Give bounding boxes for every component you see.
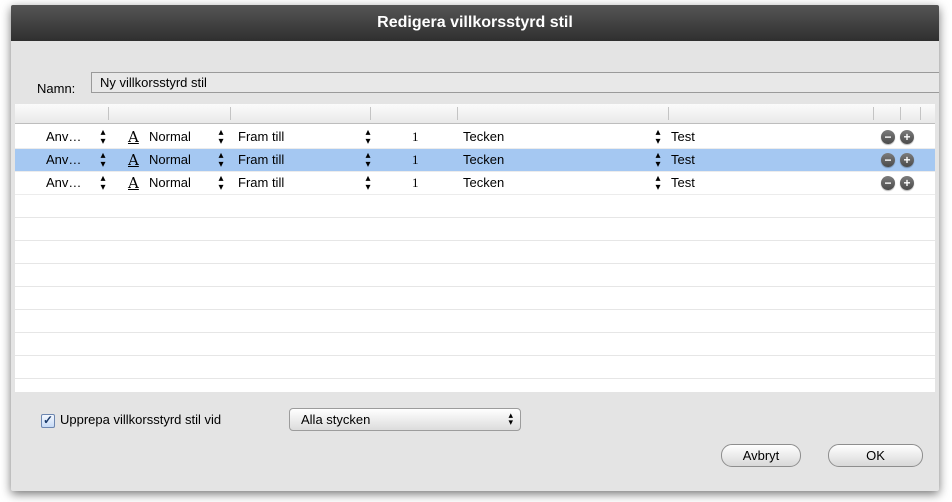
stepper-icon[interactable]: ▴ ▾	[217, 174, 225, 193]
conditions-table: Anv… ▴ ▾ A Normal ▴ ▾ Fram till ▴ ▾ 1 Tecken ▴ ▾ Test −…	[15, 104, 935, 392]
character-style-value: Normal	[149, 152, 191, 167]
stepper-icon[interactable]: ▴ ▾	[99, 128, 107, 147]
count-value: 1	[412, 129, 419, 144]
remove-row-icon[interactable]: −	[881, 176, 895, 190]
unit-value: Tecken	[463, 175, 505, 190]
character-style-icon: A	[128, 174, 139, 192]
empty-row	[15, 264, 935, 287]
remove-row-icon[interactable]: −	[881, 130, 895, 144]
character-style-icon: A	[128, 151, 139, 169]
ok-button[interactable]: OK	[828, 444, 923, 467]
table-row[interactable]: Anv… ▴ ▾ A Normal ▴ ▾ Fram till ▴ ▾ 1 Tecken ▴ ▾ Test −…	[15, 172, 935, 195]
repeat-label: Upprepa villkorsstyrd stil vid	[60, 412, 222, 427]
stepper-icon[interactable]: ▴ ▾	[99, 151, 107, 170]
remove-row-icon[interactable]: −	[881, 153, 895, 167]
repeat-select-value: Alla stycken	[301, 412, 371, 427]
character-style-value: Normal	[149, 129, 191, 144]
name-input[interactable]: Ny villkorsstyrd stil	[91, 72, 939, 93]
text-value: Test	[671, 175, 695, 190]
stepper-icon[interactable]: ▴ ▾	[654, 151, 662, 170]
repeat-select[interactable]: Alla stycken ▴ ▾	[289, 408, 521, 431]
count-value: 1	[412, 175, 419, 190]
unit-value: Tecken	[463, 129, 505, 144]
table-row[interactable]: Anv… ▴ ▾ A Normal ▴ ▾ Fram till ▴ ▾ 1 Tecken ▴ ▾ Test −…	[15, 126, 935, 149]
dialog-title: Redigera villkorsstyrd stil	[11, 5, 939, 41]
character-style-value: Normal	[149, 175, 191, 190]
table-row[interactable]: Anv… ▴ ▾ A Normal ▴ ▾ Fram till ▴ ▾ 1 Tecken ▴ ▾ Test −…	[15, 149, 935, 172]
add-row-icon[interactable]: +	[900, 153, 914, 167]
edit-conditional-style-dialog: Redigera villkorsstyrd stil Namn: Ny vil…	[11, 5, 939, 491]
select-arrows-icon: ▴ ▾	[508, 410, 513, 427]
count-value: 1	[412, 152, 419, 167]
dialog-footer: ✓ Upprepa villkorsstyrd stil vid Alla st…	[11, 392, 939, 491]
stepper-icon[interactable]: ▴ ▾	[99, 174, 107, 193]
text-value: Test	[671, 129, 695, 144]
text-value: Test	[671, 152, 695, 167]
empty-row	[15, 195, 935, 218]
character-style-icon: A	[128, 128, 139, 146]
stepper-icon[interactable]: ▴ ▾	[217, 151, 225, 170]
range-value: Fram till	[238, 129, 285, 144]
range-value: Fram till	[238, 152, 285, 167]
range-value: Fram till	[238, 175, 285, 190]
empty-row	[15, 333, 935, 356]
empty-row	[15, 241, 935, 264]
empty-row	[15, 356, 935, 379]
empty-row	[15, 379, 935, 392]
stepper-icon[interactable]: ▴ ▾	[364, 174, 372, 193]
apply-value: Anv…	[46, 175, 82, 190]
stepper-icon[interactable]: ▴ ▾	[364, 128, 372, 147]
apply-value: Anv…	[46, 129, 82, 144]
empty-row	[15, 218, 935, 241]
apply-value: Anv…	[46, 152, 82, 167]
cancel-button[interactable]: Avbryt	[721, 444, 801, 467]
empty-row	[15, 310, 935, 333]
repeat-checkbox[interactable]: ✓	[41, 414, 55, 428]
unit-value: Tecken	[463, 152, 505, 167]
stepper-icon[interactable]: ▴ ▾	[654, 174, 662, 193]
add-row-icon[interactable]: +	[900, 130, 914, 144]
stepper-icon[interactable]: ▴ ▾	[364, 151, 372, 170]
table-header	[15, 104, 935, 124]
empty-row	[15, 287, 935, 310]
stepper-icon[interactable]: ▴ ▾	[654, 128, 662, 147]
name-label: Namn:	[37, 81, 76, 96]
add-row-icon[interactable]: +	[900, 176, 914, 190]
stepper-icon[interactable]: ▴ ▾	[217, 128, 225, 147]
